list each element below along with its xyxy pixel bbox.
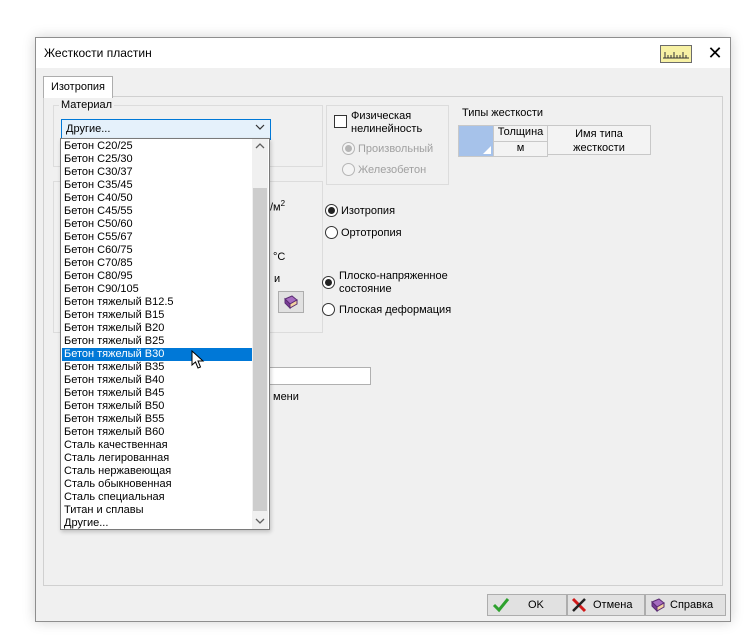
chevron-up-icon[interactable] (255, 142, 265, 152)
ok-button-label: OK (528, 599, 544, 611)
dropdown-option[interactable]: Бетон C80/95 (62, 270, 252, 283)
temperature-unit-label: °С (273, 251, 286, 263)
radio-plane-strain-label: Плоская деформация (339, 304, 452, 316)
scrollbar-thumb[interactable] (253, 188, 267, 511)
dropdown-option[interactable]: Бетон C20/25 (62, 140, 252, 153)
dropdown-option[interactable]: Бетон тяжелый B25 (62, 335, 252, 348)
dropdown-option[interactable]: Бетон тяжелый B45 (62, 387, 252, 400)
radio-plane-strain[interactable] (322, 303, 335, 316)
column-stiffness-name-header[interactable]: Имя типа жесткости (547, 125, 651, 155)
dropdown-option[interactable]: Бетон C70/85 (62, 257, 252, 270)
radio-orthotropy-label: Ортотропия (341, 227, 402, 239)
dropdown-option[interactable]: Бетон тяжелый B20 (62, 322, 252, 335)
dropdown-option[interactable]: Сталь специальная (62, 491, 252, 504)
dropdown-option[interactable]: Сталь качественная (62, 439, 252, 452)
material-combo-value: Другие... (66, 123, 111, 135)
radio-arbitrary-label: Произвольный (358, 143, 434, 155)
close-button[interactable]: ✕ (700, 40, 730, 66)
radio-orthotropy[interactable] (325, 226, 338, 239)
area-unit-label: /м2 (270, 199, 286, 214)
chevron-down-icon[interactable] (255, 517, 265, 527)
column-thickness-header[interactable]: Толщина (493, 125, 548, 142)
material-combo[interactable]: Другие... (61, 119, 271, 140)
stiffness-types-label: Типы жесткости (462, 107, 544, 119)
dropdown-scrollbar[interactable] (252, 139, 268, 529)
radio-isotropy-label: Изотропия (341, 205, 396, 217)
dropdown-option[interactable]: Бетон C25/30 (62, 153, 252, 166)
dropdown-option[interactable]: Бетон тяжелый B15 (62, 309, 252, 322)
chevron-down-icon (255, 122, 265, 134)
radio-reinforced-concrete[interactable] (342, 163, 355, 176)
dropdown-option[interactable]: Бетон тяжелый B35 (62, 361, 252, 374)
partial-label-i: и (274, 273, 281, 285)
dropdown-option[interactable]: Бетон C90/105 (62, 283, 252, 296)
partial-label-tail: мени (273, 391, 299, 403)
radio-arbitrary[interactable] (342, 142, 355, 155)
dropdown-option[interactable]: Сталь легированная (62, 452, 252, 465)
nonlinearity-label: Физическая нелинейность (351, 110, 423, 135)
dropdown-option[interactable]: Бетон тяжелый B12.5 (62, 296, 252, 309)
dropdown-option[interactable]: Другие... (62, 517, 252, 530)
dropdown-option[interactable]: Бетон C50/60 (62, 218, 252, 231)
material-dropdown-list[interactable]: Бетон C20/25 Бетон C25/30 Бетон C30/37 Бето… (60, 138, 270, 530)
dropdown-option[interactable]: Бетон C60/75 (62, 244, 252, 257)
title-bar: Жесткости пластин ✕ (36, 38, 730, 68)
book-icon (650, 597, 666, 616)
material-group-label: Материал (59, 99, 114, 111)
dropdown-option[interactable]: Бетон C30/37 (62, 166, 252, 179)
dropdown-option[interactable]: Бетон тяжелый B30 (62, 348, 252, 361)
dropdown-option[interactable]: Бетон C55/67 (62, 231, 252, 244)
dropdown-option[interactable]: Бетон C40/50 (62, 192, 252, 205)
dropdown-option[interactable]: Бетон тяжелый B50 (62, 400, 252, 413)
radio-plane-stress[interactable] (322, 276, 335, 289)
dropdown-options: Бетон C20/25 Бетон C25/30 Бетон C30/37 Бето… (62, 140, 252, 530)
stiffness-corner-cell[interactable] (458, 125, 494, 157)
cancel-button[interactable]: Отмена (567, 594, 645, 616)
book-icon (283, 294, 299, 313)
dropdown-option[interactable]: Сталь обыкновенная (62, 478, 252, 491)
mouse-cursor-icon (191, 349, 205, 373)
dropdown-option[interactable]: Бетон тяжелый B55 (62, 413, 252, 426)
window-title: Жесткости пластин (44, 46, 152, 60)
material-library-button[interactable] (278, 291, 304, 313)
help-button[interactable]: Справка (645, 594, 726, 616)
dropdown-option[interactable]: Сталь нержавеющая (62, 465, 252, 478)
ruler-icon[interactable] (660, 45, 692, 63)
dropdown-option[interactable]: Бетон тяжелый B60 (62, 426, 252, 439)
cross-icon (571, 597, 587, 616)
nonlinearity-checkbox[interactable] (334, 115, 347, 128)
checkmark-icon (492, 597, 510, 616)
cancel-button-label: Отмена (593, 599, 633, 611)
radio-plane-stress-label: Плоско-напряженное состояние (339, 270, 448, 295)
tab-isotropy[interactable]: Изотропия (43, 76, 113, 98)
radio-reinforced-concrete-label: Железобетон (358, 164, 427, 176)
dropdown-option[interactable]: Бетон C45/55 (62, 205, 252, 218)
radio-isotropy[interactable] (325, 204, 338, 217)
ok-button[interactable]: OK (487, 594, 567, 616)
dropdown-option[interactable]: Титан и сплавы (62, 504, 252, 517)
dropdown-option[interactable]: Бетон C35/45 (62, 179, 252, 192)
help-button-label: Справка (670, 599, 714, 611)
dropdown-option[interactable]: Бетон тяжелый B40 (62, 374, 252, 387)
name-input[interactable] (269, 367, 371, 385)
column-thickness-unit: м (493, 141, 548, 157)
